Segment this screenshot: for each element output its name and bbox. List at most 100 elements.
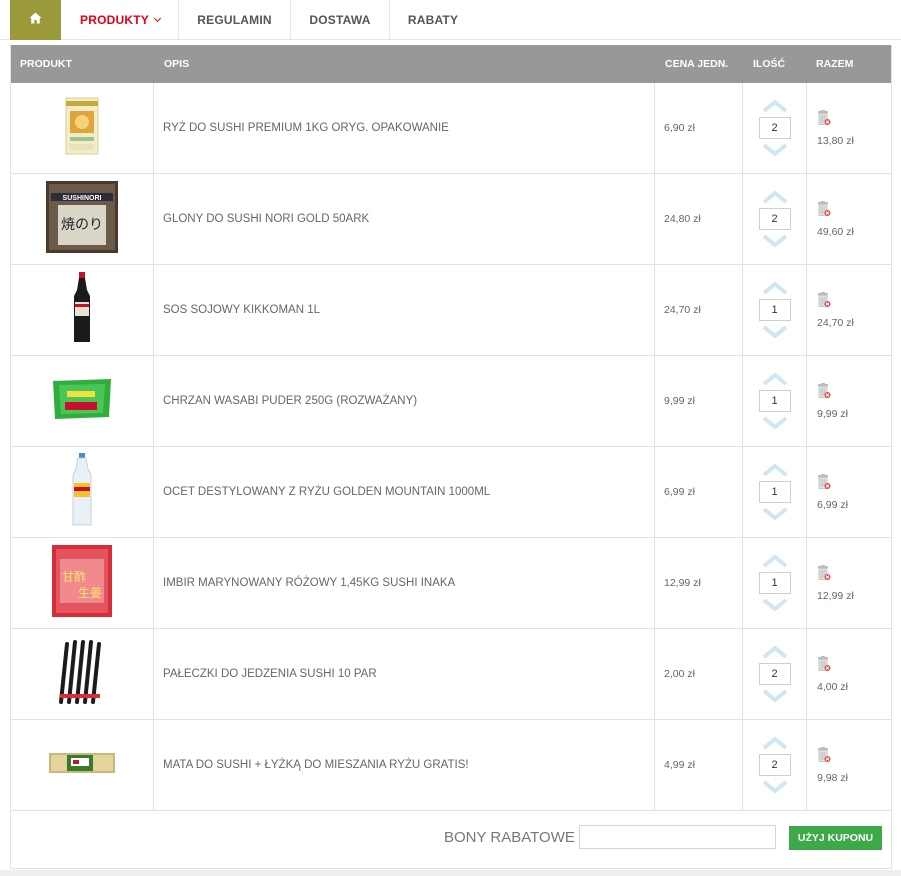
product-image-cell: SUSHINORI 焼のり [11, 174, 154, 264]
line-total: 13,80 zł [817, 134, 854, 147]
quantity-decrease-icon[interactable] [762, 507, 788, 521]
line-total: 9,99 zł [817, 407, 848, 420]
quantity-decrease-icon[interactable] [762, 416, 788, 430]
chopsticks-image[interactable] [57, 636, 107, 713]
chevron-down-icon [153, 14, 162, 22]
nav-regulamin[interactable]: REGULAMIN [179, 0, 291, 40]
home-button[interactable] [10, 0, 61, 40]
header-description: OPIS [164, 58, 190, 70]
unit-price: 6,99 zł [655, 447, 743, 537]
header-quantity: ILOŚĆ [753, 58, 786, 70]
quantity-increase-icon[interactable] [762, 645, 788, 659]
table-row: SOS SOJOWY KIKKOMAN 1L 24,70 zł 1 24,70 … [11, 265, 891, 356]
remove-item-icon[interactable] [817, 200, 831, 220]
unit-price: 9,99 zł [655, 356, 743, 446]
unit-price: 12,99 zł [655, 538, 743, 628]
unit-price: 4,99 zł [655, 720, 743, 810]
cart-table: PRODUKT OPIS CENA JEDN. ILOŚĆ RAZEM RYŻ … [10, 45, 892, 869]
quantity-stepper [743, 356, 807, 446]
header-total: RAZEM [816, 58, 854, 70]
page-bottom-divider [0, 870, 901, 876]
nori-package-image[interactable]: SUSHINORI 焼のり [46, 180, 118, 258]
quantity-increase-icon[interactable] [762, 736, 788, 750]
coupon-input[interactable] [579, 825, 776, 849]
quantity-increase-icon[interactable] [762, 99, 788, 113]
table-row: PAŁECZKI DO JEDZENIA SUSHI 10 PAR 2,00 z… [11, 629, 891, 720]
line-total-cell: 9,99 zł [807, 356, 892, 446]
quantity-input[interactable] [758, 390, 791, 412]
header-product: PRODUKT [20, 58, 72, 70]
table-row: OCET DESTYLOWANY Z RYŻU GOLDEN MOUNTAIN … [11, 447, 891, 538]
quantity-input[interactable] [758, 572, 791, 594]
product-image-cell [11, 356, 154, 446]
remove-item-icon[interactable] [817, 473, 831, 493]
quantity-decrease-icon[interactable] [762, 598, 788, 612]
table-row: RYŻ DO SUSHI PREMIUM 1KG ORYG. OPAKOWANI… [11, 83, 891, 174]
quantity-input[interactable] [758, 754, 791, 776]
nav-produkty[interactable]: PRODUKTY [62, 0, 179, 40]
home-icon [29, 11, 42, 29]
unit-price: 2,00 zł [655, 629, 743, 719]
quantity-stepper [743, 265, 807, 355]
vinegar-bottle-image[interactable] [70, 452, 94, 532]
line-total: 49,60 zł [817, 225, 854, 238]
remove-item-icon[interactable] [817, 382, 831, 402]
line-total: 9,98 zł [817, 771, 848, 784]
product-image-cell [11, 447, 154, 537]
quantity-decrease-icon[interactable] [762, 780, 788, 794]
quantity-increase-icon[interactable] [762, 190, 788, 204]
rice-package-image[interactable] [65, 97, 99, 160]
quantity-increase-icon[interactable] [762, 281, 788, 295]
remove-item-icon[interactable] [817, 746, 831, 766]
product-description: IMBIR MARYNOWANY RÓŻOWY 1,45KG SUSHI INA… [154, 538, 655, 628]
quantity-input[interactable] [758, 481, 791, 503]
coupon-label: BONY RABATOWE [444, 829, 575, 846]
nav-rabaty[interactable]: RABATY [390, 0, 476, 40]
quantity-increase-icon[interactable] [762, 554, 788, 568]
quantity-increase-icon[interactable] [762, 372, 788, 386]
quantity-decrease-icon[interactable] [762, 234, 788, 248]
line-total: 12,99 zł [817, 589, 854, 602]
sushi-mat-image[interactable] [49, 752, 115, 778]
product-description: SOS SOJOWY KIKKOMAN 1L [154, 265, 655, 355]
ginger-package-image[interactable]: 甘酢 生姜 [52, 544, 112, 622]
quantity-input[interactable] [758, 208, 791, 230]
wasabi-package-image[interactable] [51, 377, 113, 426]
product-description: RYŻ DO SUSHI PREMIUM 1KG ORYG. OPAKOWANI… [154, 83, 655, 173]
remove-item-icon[interactable] [817, 655, 831, 675]
line-total-cell: 49,60 zł [807, 174, 892, 264]
line-total: 6,99 zł [817, 498, 848, 511]
product-description: GLONY DO SUSHI NORI GOLD 50ARK [154, 174, 655, 264]
unit-price: 6,90 zł [655, 83, 743, 173]
product-image-cell [11, 720, 154, 810]
quantity-decrease-icon[interactable] [762, 689, 788, 703]
quantity-stepper [743, 447, 807, 537]
soy-sauce-bottle-image[interactable] [70, 271, 94, 349]
nav-regulamin-label: REGULAMIN [197, 13, 272, 27]
svg-text:甘酢: 甘酢 [62, 569, 86, 584]
svg-text:焼のり: 焼のり [61, 217, 103, 233]
table-row: MATA DO SUSHI + ŁYŻKĄ DO MIESZANIA RYŻU … [11, 720, 891, 811]
quantity-input[interactable] [758, 299, 791, 321]
line-total-cell: 9,98 zł [807, 720, 892, 810]
quantity-increase-icon[interactable] [762, 463, 788, 477]
product-image-cell [11, 265, 154, 355]
product-description: MATA DO SUSHI + ŁYŻKĄ DO MIESZANIA RYŻU … [154, 720, 655, 810]
quantity-decrease-icon[interactable] [762, 143, 788, 157]
remove-item-icon[interactable] [817, 291, 831, 311]
quantity-input[interactable] [758, 663, 791, 685]
svg-text:SUSHINORI: SUSHINORI [63, 195, 102, 202]
apply-coupon-button[interactable]: UŻYJ KUPONU [789, 826, 882, 850]
line-total-cell: 6,99 zł [807, 447, 892, 537]
quantity-decrease-icon[interactable] [762, 325, 788, 339]
nav-dostawa[interactable]: DOSTAWA [291, 0, 390, 40]
quantity-input[interactable] [758, 117, 791, 139]
product-description: OCET DESTYLOWANY Z RYŻU GOLDEN MOUNTAIN … [154, 447, 655, 537]
top-navigation: PRODUKTY REGULAMIN DOSTAWA RABATY [0, 0, 901, 40]
product-image-cell [11, 83, 154, 173]
remove-item-icon[interactable] [817, 564, 831, 584]
table-row: 甘酢 生姜 IMBIR MARYNOWANY RÓŻOWY 1,45KG SUSH… [11, 538, 891, 629]
unit-price: 24,80 zł [655, 174, 743, 264]
product-description: PAŁECZKI DO JEDZENIA SUSHI 10 PAR [154, 629, 655, 719]
remove-item-icon[interactable] [817, 109, 831, 129]
